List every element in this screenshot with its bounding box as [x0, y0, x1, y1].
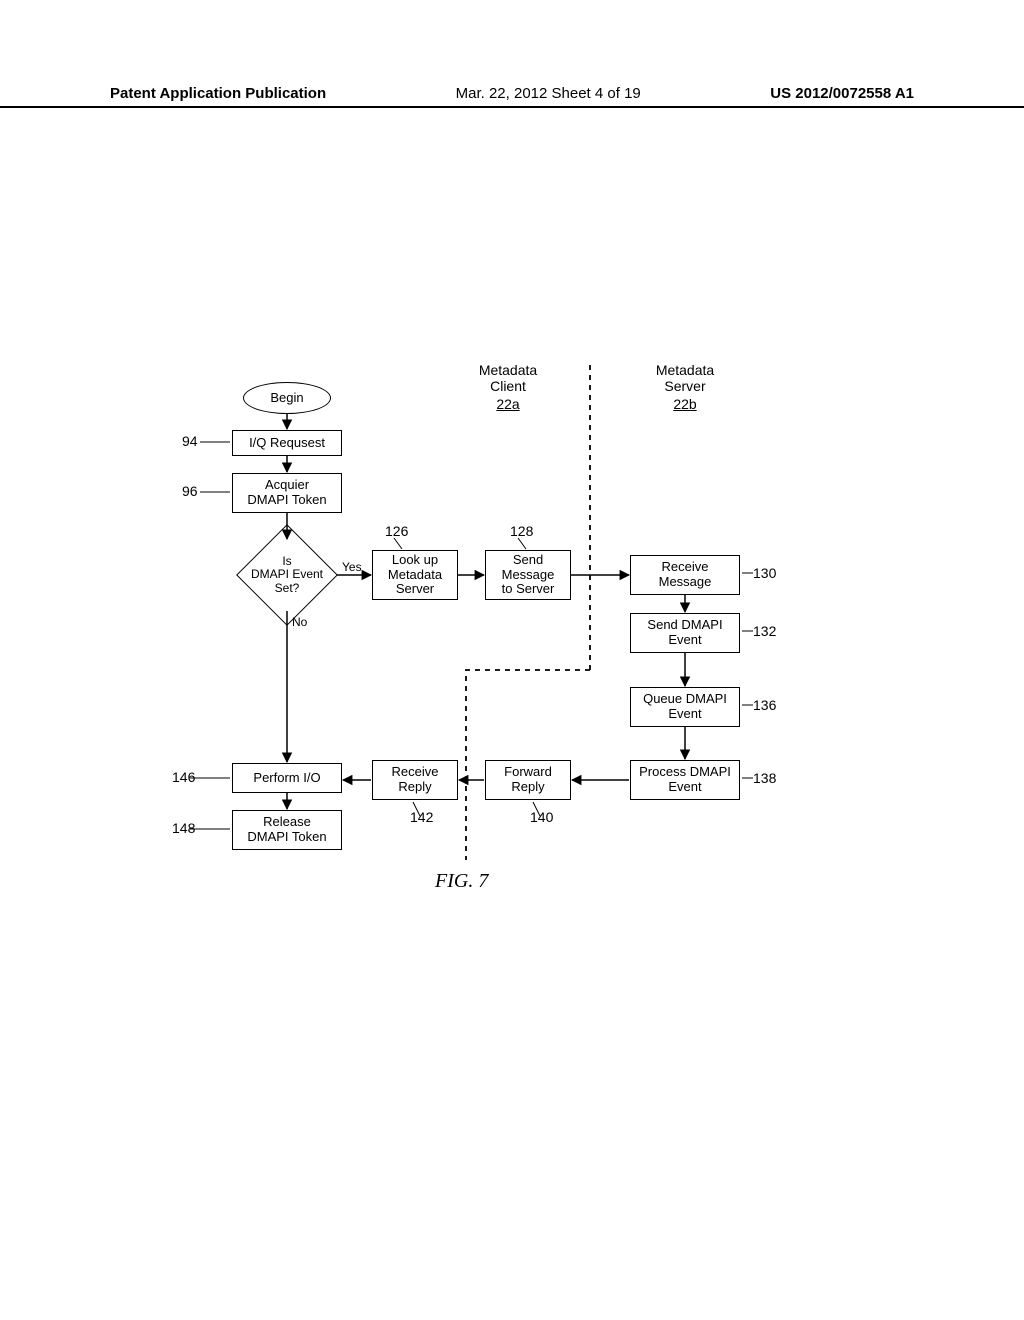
- header-right: US 2012/0072558 A1: [770, 85, 914, 102]
- begin-label: Begin: [270, 391, 303, 406]
- send-event-label: Send DMAPI Event: [647, 618, 722, 648]
- ref-94: 94: [182, 433, 198, 449]
- iq-request-label: I/Q Requsest: [249, 436, 325, 451]
- decision-label: Is DMAPI Event Set?: [251, 555, 323, 595]
- ref-142: 142: [410, 809, 433, 825]
- queue-event-node: Queue DMAPI Event: [630, 687, 740, 727]
- process-event-label: Process DMAPI Event: [639, 765, 731, 795]
- ref-148: 148: [172, 820, 195, 836]
- begin-node: Begin: [243, 382, 331, 414]
- iq-request-node: I/Q Requsest: [232, 430, 342, 456]
- ref-126: 126: [385, 523, 408, 539]
- send-msg-label: Send Message to Server: [502, 553, 555, 598]
- decision-node: Is DMAPI Event Set?: [237, 538, 337, 612]
- flow-diagram: Metadata Client 22a Metadata Server 22b …: [150, 350, 880, 950]
- ref-146: 146: [172, 769, 195, 785]
- process-event-node: Process DMAPI Event: [630, 760, 740, 800]
- col-client: Metadata Client 22a: [463, 362, 553, 412]
- ref-140: 140: [530, 809, 553, 825]
- receive-msg-node: Receive Message: [630, 555, 740, 595]
- release-token-label: Release DMAPI Token: [247, 815, 326, 845]
- col-client-ref: 22a: [496, 396, 519, 412]
- ref-96: 96: [182, 483, 198, 499]
- receive-msg-label: Receive Message: [659, 560, 712, 590]
- receive-reply-node: Receive Reply: [372, 760, 458, 800]
- ref-130: 130: [753, 565, 776, 581]
- col-client-title: Metadata Client: [463, 362, 553, 394]
- header-left: Patent Application Publication: [110, 85, 326, 102]
- queue-event-label: Queue DMAPI Event: [643, 692, 727, 722]
- lookup-label: Look up Metadata Server: [388, 553, 442, 598]
- lookup-node: Look up Metadata Server: [372, 550, 458, 600]
- ref-136: 136: [753, 697, 776, 713]
- release-token-node: Release DMAPI Token: [232, 810, 342, 850]
- edge-no: No: [292, 615, 307, 629]
- acquire-token-label: Acquier DMAPI Token: [247, 478, 326, 508]
- receive-reply-label: Receive Reply: [392, 765, 439, 795]
- send-msg-node: Send Message to Server: [485, 550, 571, 600]
- page-header: Patent Application Publication Mar. 22, …: [0, 85, 1024, 108]
- forward-reply-label: Forward Reply: [504, 765, 552, 795]
- figure-label: FIG. 7: [435, 870, 488, 893]
- perform-io-node: Perform I/O: [232, 763, 342, 793]
- ref-132: 132: [753, 623, 776, 639]
- header-mid: Mar. 22, 2012 Sheet 4 of 19: [456, 85, 641, 102]
- send-event-node: Send DMAPI Event: [630, 613, 740, 653]
- ref-128: 128: [510, 523, 533, 539]
- col-server: Metadata Server 22b: [640, 362, 730, 412]
- edge-yes: Yes: [342, 560, 362, 574]
- col-server-title: Metadata Server: [640, 362, 730, 394]
- perform-io-label: Perform I/O: [253, 771, 320, 786]
- col-server-ref: 22b: [673, 396, 696, 412]
- ref-138: 138: [753, 770, 776, 786]
- forward-reply-node: Forward Reply: [485, 760, 571, 800]
- acquire-token-node: Acquier DMAPI Token: [232, 473, 342, 513]
